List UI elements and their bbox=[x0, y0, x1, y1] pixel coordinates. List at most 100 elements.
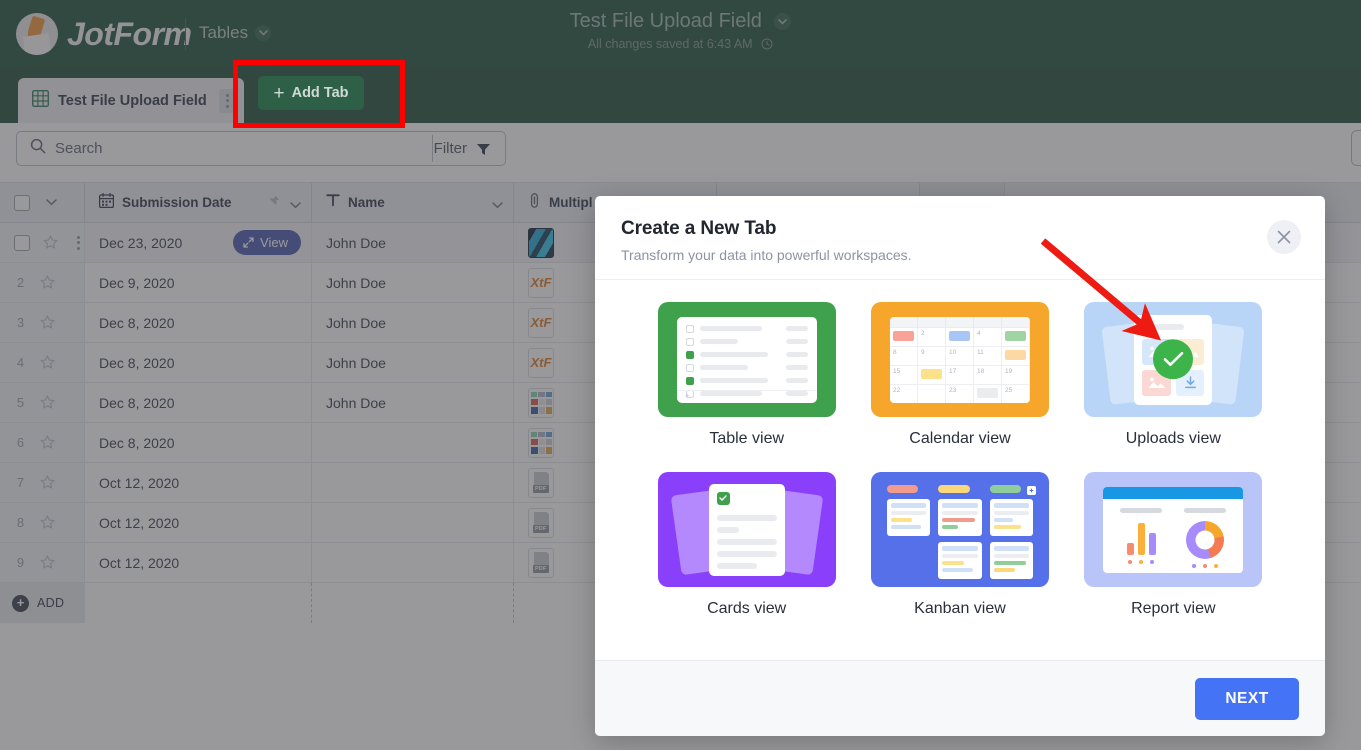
calendar-view-card[interactable]: 2 4 8 9 10 11 15 17 18 19 22 23 25 Calen… bbox=[868, 302, 1051, 448]
cell-value: John Doe bbox=[326, 274, 386, 291]
create-new-tab-dialog: Create a New Tab Transform your data int… bbox=[595, 196, 1325, 736]
close-icon[interactable] bbox=[1267, 220, 1301, 254]
cell-value: John Doe bbox=[326, 354, 386, 371]
kanban-view-icon bbox=[870, 472, 1049, 587]
dialog-title: Create a New Tab bbox=[621, 218, 777, 239]
star-icon[interactable] bbox=[40, 555, 55, 570]
cell-name[interactable] bbox=[312, 503, 514, 542]
cell-name[interactable]: John Doe bbox=[312, 343, 514, 382]
filter-label[interactable]: Filter bbox=[434, 140, 467, 157]
cell-name[interactable]: John Doe bbox=[312, 223, 514, 262]
toolbar-right-button[interactable] bbox=[1351, 130, 1361, 166]
star-icon[interactable] bbox=[40, 275, 55, 290]
star-icon[interactable] bbox=[40, 475, 55, 490]
star-icon[interactable] bbox=[40, 395, 55, 410]
file-thumbnail-pdf[interactable]: PDF bbox=[528, 507, 554, 538]
row-number: 6 bbox=[16, 435, 25, 450]
row-index-cell[interactable]: 9 bbox=[0, 543, 85, 582]
search-icon bbox=[30, 138, 46, 159]
cell-name[interactable] bbox=[312, 423, 514, 462]
search-input[interactable]: Search Filter bbox=[16, 131, 506, 166]
title-chevron-down-icon[interactable] bbox=[774, 13, 792, 30]
row-index-cell[interactable]: 7 bbox=[0, 463, 85, 502]
row-index-cell[interactable]: 6 bbox=[0, 423, 85, 462]
cell-name[interactable] bbox=[312, 543, 514, 582]
filter-icon[interactable] bbox=[476, 142, 491, 162]
chevron-down-icon[interactable] bbox=[290, 196, 301, 214]
file-thumbnail-pdf[interactable]: PDF bbox=[528, 467, 554, 498]
report-view-card[interactable]: Report view bbox=[1082, 472, 1265, 618]
cell-name[interactable]: John Doe bbox=[312, 263, 514, 302]
cell-value: Dec 8, 2020 bbox=[99, 314, 175, 331]
grid-icon bbox=[31, 89, 50, 112]
file-thumbnail-xtf[interactable]: XtF bbox=[528, 347, 554, 378]
nav-tables-label[interactable]: Tables bbox=[199, 23, 248, 43]
cell-value: John Doe bbox=[326, 314, 386, 331]
header-divider bbox=[185, 18, 186, 50]
dialog-header: Create a New Tab Transform your data int… bbox=[595, 196, 1325, 280]
file-thumbnail-pdf[interactable]: PDF bbox=[528, 547, 554, 578]
view-label: Kanban view bbox=[914, 600, 1006, 617]
row-index-cell[interactable]: 4 bbox=[0, 343, 85, 382]
uploads-view-card[interactable]: Uploads view bbox=[1082, 302, 1265, 448]
row-index-cell[interactable]: 8 bbox=[0, 503, 85, 542]
tab-test-file-upload-field[interactable]: Test File Upload Field bbox=[18, 78, 244, 123]
cards-view-card[interactable]: Cards view bbox=[655, 472, 838, 618]
dialog-body: + Table view 2 4 8 9 10 11 15 17 18 19 2… bbox=[595, 280, 1325, 660]
chevron-down-icon[interactable] bbox=[492, 196, 503, 214]
row-menu-icon[interactable] bbox=[74, 231, 83, 255]
view-label: Table view bbox=[709, 430, 785, 447]
pin-icon[interactable] bbox=[267, 195, 280, 213]
cell-submission-date[interactable]: Oct 12, 2020 bbox=[85, 463, 312, 502]
cell-value: John Doe bbox=[326, 234, 386, 251]
check-badge-icon bbox=[716, 491, 730, 505]
star-icon[interactable] bbox=[43, 235, 58, 250]
cell-name[interactable]: John Doe bbox=[312, 303, 514, 342]
column-label: Multipl bbox=[549, 195, 593, 210]
cell-name[interactable]: John Doe bbox=[312, 383, 514, 422]
star-icon[interactable] bbox=[40, 435, 55, 450]
row-index-cell[interactable] bbox=[0, 223, 85, 262]
cell-submission-date[interactable]: Dec 9, 2020 bbox=[85, 263, 312, 302]
row-checkbox[interactable] bbox=[14, 234, 30, 251]
cell-name[interactable] bbox=[312, 463, 514, 502]
kanban-view-card[interactable]: Kanban view bbox=[868, 472, 1051, 618]
column-submission-date[interactable]: Submission Date bbox=[85, 183, 312, 222]
view-record-button[interactable]: View bbox=[233, 230, 301, 255]
star-icon[interactable] bbox=[40, 355, 55, 370]
chevron-down-icon[interactable] bbox=[255, 25, 271, 41]
table-view-icon: + bbox=[657, 302, 836, 417]
cell-submission-date[interactable]: Dec 8, 2020 bbox=[85, 343, 312, 382]
plus-circle-icon: + bbox=[12, 594, 29, 612]
table-view-card[interactable]: + Table view bbox=[655, 302, 838, 448]
cell-submission-date[interactable]: Dec 8, 2020 bbox=[85, 383, 312, 422]
star-icon[interactable] bbox=[40, 315, 55, 330]
row-number: 5 bbox=[16, 395, 25, 410]
file-thumbnail-xtf[interactable]: XtF bbox=[528, 267, 554, 298]
cell-submission-date[interactable]: Dec 8, 2020 bbox=[85, 303, 312, 342]
select-all-checkbox[interactable] bbox=[14, 194, 30, 211]
star-icon[interactable] bbox=[40, 515, 55, 530]
row-index-cell[interactable]: 3 bbox=[0, 303, 85, 342]
file-thumbnail-xtf[interactable]: XtF bbox=[528, 307, 554, 338]
column-select-all[interactable] bbox=[0, 183, 85, 222]
cell-submission-date[interactable]: Dec 23, 2020 View bbox=[85, 223, 312, 262]
row-index-cell[interactable]: 2 bbox=[0, 263, 85, 302]
column-name[interactable]: Name bbox=[312, 183, 514, 222]
page-title: Test File Upload Field bbox=[569, 10, 762, 32]
chevron-down-icon[interactable] bbox=[46, 199, 57, 206]
file-thumbnail-collage[interactable] bbox=[528, 427, 554, 458]
next-button[interactable]: NEXT bbox=[1195, 677, 1299, 720]
file-thumbnail-image[interactable] bbox=[528, 227, 554, 258]
cell-submission-date[interactable]: Dec 8, 2020 bbox=[85, 423, 312, 462]
view-label: Calendar view bbox=[909, 430, 1011, 447]
screen: JotForm Tables Test File Upload Field Al… bbox=[0, 0, 1361, 750]
cell-submission-date[interactable]: Oct 12, 2020 bbox=[85, 503, 312, 542]
add-row-cell[interactable]: + ADD bbox=[0, 583, 85, 623]
cell-submission-date[interactable]: Oct 12, 2020 bbox=[85, 543, 312, 582]
jotform-logo[interactable]: JotForm bbox=[16, 13, 192, 55]
cell-value: Dec 8, 2020 bbox=[99, 354, 175, 371]
row-index-cell[interactable]: 5 bbox=[0, 383, 85, 422]
cell-value: Oct 12, 2020 bbox=[99, 474, 180, 491]
file-thumbnail-collage[interactable] bbox=[528, 387, 554, 418]
